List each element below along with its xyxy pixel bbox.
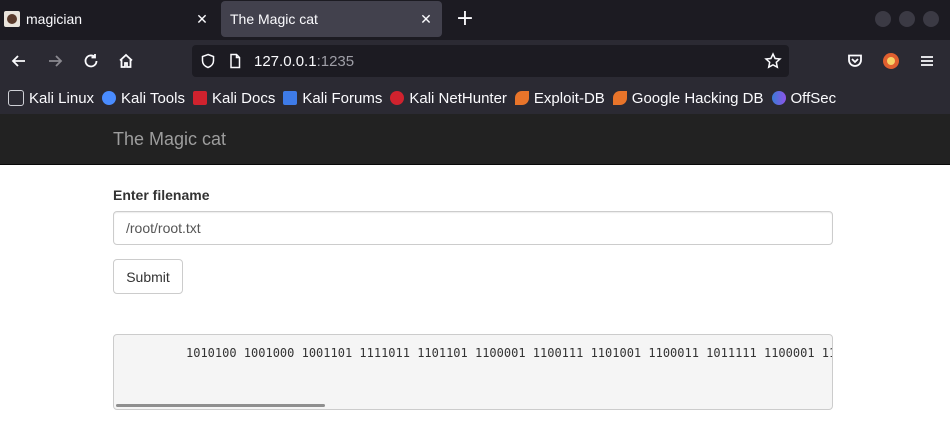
- minimize-window-icon[interactable]: [875, 11, 891, 27]
- close-tab-icon[interactable]: ✕: [190, 11, 214, 28]
- filename-input[interactable]: /root/root.txt: [113, 211, 833, 245]
- kali-nethunter-icon: [390, 91, 405, 105]
- hamburger-menu-icon[interactable]: [913, 47, 941, 75]
- bookmark-label: Kali Tools: [121, 89, 185, 107]
- tab-magician[interactable]: magician ✕: [0, 1, 218, 37]
- bookmark-kali-forums[interactable]: Kali Forums: [283, 90, 382, 107]
- google-hacking-db-icon: [612, 91, 627, 105]
- submit-button[interactable]: Submit: [113, 259, 183, 294]
- tab-strip: magician ✕ The Magic cat ✕ +: [0, 0, 950, 40]
- new-tab-icon[interactable]: +: [452, 6, 478, 32]
- output-pre[interactable]: 1010100 1001000 1001101 1111011 1101101 …: [113, 334, 833, 410]
- bookmark-label: OffSec: [790, 89, 837, 107]
- tab-title: The Magic cat: [230, 11, 318, 27]
- tracking-protection-shield-icon[interactable]: [199, 52, 217, 70]
- bookmark-google-hacking-db[interactable]: Google Hacking DB: [612, 89, 764, 107]
- navigation-toolbar: 127.0.0.1:1235: [0, 40, 950, 82]
- close-tab-icon[interactable]: ✕: [414, 11, 438, 28]
- filename-label: Enter filename: [113, 187, 210, 203]
- url-host: 127.0.0.1: [254, 52, 317, 70]
- kali-forums-icon: [283, 91, 298, 105]
- bookmark-label: Exploit-DB: [533, 89, 605, 107]
- pocket-icon[interactable]: [841, 47, 869, 75]
- bookmark-label: Google Hacking DB: [631, 89, 764, 107]
- binary-output-text: 1010100 1001000 1001101 1111011 1101101 …: [186, 346, 832, 360]
- kali-tools-icon: [102, 91, 117, 105]
- bookmark-offsec[interactable]: OffSec: [771, 89, 837, 107]
- bookmark-kali-docs[interactable]: Kali Docs: [192, 89, 276, 107]
- url-port: :1235: [316, 52, 355, 70]
- page-navbar: The Magic cat: [0, 114, 950, 165]
- cat-favicon-icon: [4, 11, 20, 27]
- bookmark-kali-linux[interactable]: Kali Linux: [8, 90, 94, 107]
- brand-link[interactable]: The Magic cat: [113, 129, 226, 150]
- tab-title: magician: [26, 11, 83, 27]
- bookmark-exploit-db[interactable]: Exploit-DB: [514, 89, 605, 107]
- home-icon[interactable]: [112, 47, 140, 75]
- filename-value: /root/root.txt: [126, 220, 201, 236]
- tab-the-magic-cat[interactable]: The Magic cat ✕: [221, 1, 442, 37]
- extension-icon[interactable]: [877, 47, 905, 75]
- bookmarks-toolbar: Kali Linux Kali Tools Kali Docs Kali For…: [0, 82, 950, 114]
- close-window-icon[interactable]: [923, 11, 939, 27]
- offsec-icon: [771, 91, 786, 105]
- page-info-icon[interactable]: [226, 52, 244, 70]
- scrollbar-thumb[interactable]: [116, 404, 325, 407]
- bookmark-label: Kali Linux: [29, 89, 95, 107]
- bookmark-label: Kali Docs: [211, 89, 276, 107]
- bookmark-kali-tools[interactable]: Kali Tools: [102, 90, 185, 107]
- maximize-window-icon[interactable]: [899, 11, 915, 27]
- forward-icon[interactable]: [41, 47, 69, 75]
- exploit-db-icon: [514, 91, 529, 105]
- url-text: 127.0.0.1:1235: [254, 53, 354, 70]
- kali-dragon-icon: [8, 90, 24, 106]
- bookmark-label: Kali Forums: [302, 89, 383, 107]
- bookmark-label: Kali NetHunter: [409, 89, 507, 107]
- bookmark-kali-nethunter[interactable]: Kali NetHunter: [390, 90, 507, 107]
- kali-docs-icon: [192, 91, 207, 105]
- reload-icon[interactable]: [77, 47, 105, 75]
- bookmark-star-icon[interactable]: [764, 52, 782, 70]
- back-icon[interactable]: [5, 47, 33, 75]
- url-bar[interactable]: 127.0.0.1:1235: [192, 45, 789, 77]
